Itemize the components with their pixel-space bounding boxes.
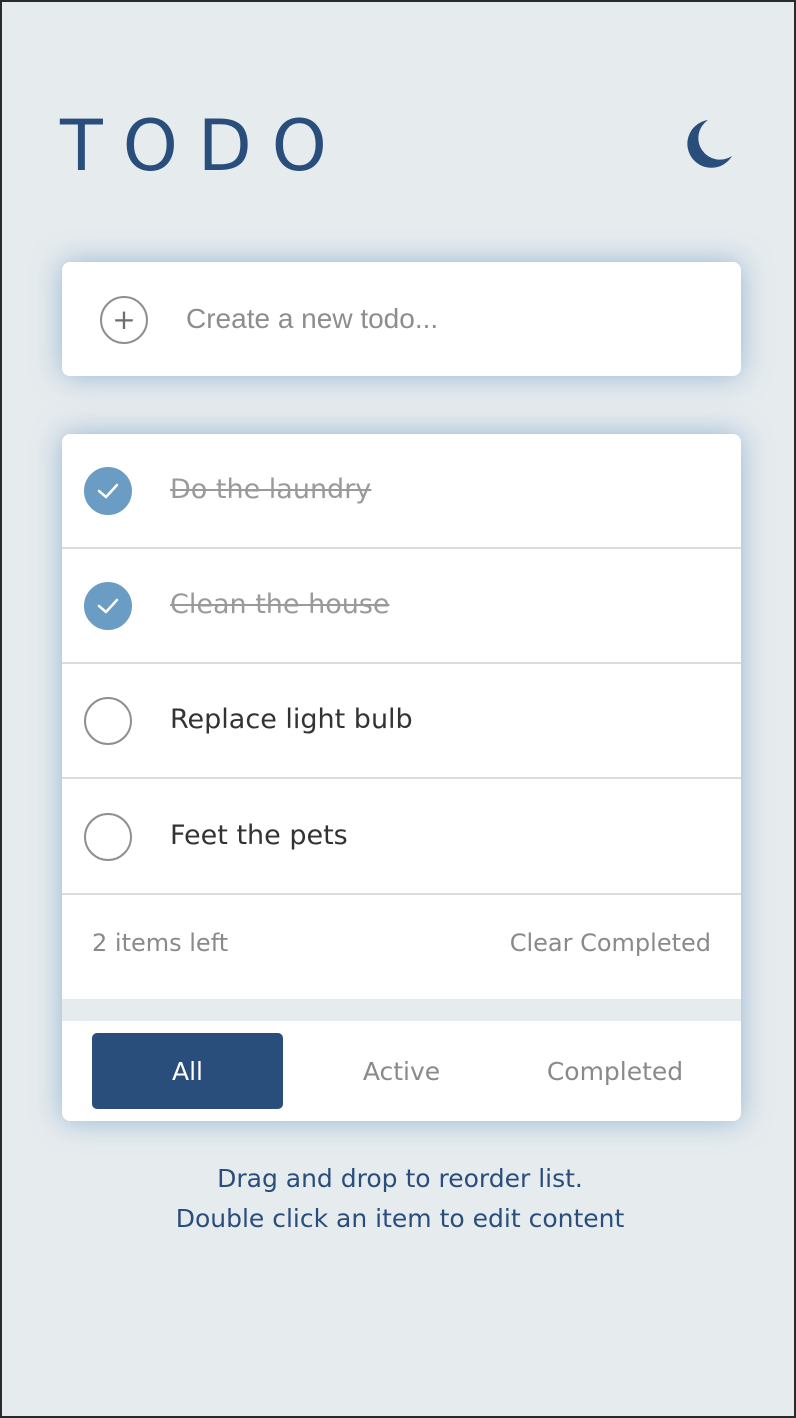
check-icon (97, 483, 119, 499)
filter-active-button[interactable]: Active (310, 1033, 493, 1109)
todo-text: Clean the house (170, 589, 390, 620)
moon-icon[interactable] (678, 116, 734, 172)
filter-all-button[interactable]: All (92, 1033, 283, 1109)
new-todo-input[interactable] (186, 292, 706, 346)
todo-item-replace-light-bulb[interactable]: Replace light bulb (62, 664, 741, 779)
todo-item-feet-the-pets[interactable]: Feet the pets (62, 780, 741, 895)
check-icon (97, 598, 119, 614)
divider (62, 999, 741, 1021)
list-footer: 2 items left Clear Completed (62, 896, 741, 999)
page-title: TODO (60, 105, 347, 187)
clear-completed-button[interactable]: Clear Completed (510, 929, 711, 957)
plus-icon[interactable]: + (100, 296, 148, 344)
todo-list: Do the laundry Clean the house Replace l… (62, 434, 741, 1121)
header: TODO (60, 106, 740, 186)
todo-item-clean-the-house[interactable]: Clean the house (62, 549, 741, 664)
items-left-count: 2 items left (92, 929, 229, 957)
todo-text: Do the laundry (170, 474, 372, 505)
checkbox-checked[interactable] (84, 467, 132, 515)
checkbox-unchecked[interactable] (84, 697, 132, 745)
checkbox-unchecked[interactable] (84, 813, 132, 861)
todo-text: Replace light bulb (170, 704, 413, 735)
hint-reorder: Drag and drop to reorder list. (217, 1164, 583, 1193)
todo-item-do-the-laundry[interactable]: Do the laundry (62, 434, 741, 549)
todo-text: Feet the pets (170, 820, 348, 851)
filter-completed-button[interactable]: Completed (520, 1033, 710, 1109)
filter-bar: All Active Completed (62, 1021, 741, 1121)
checkbox-checked[interactable] (84, 582, 132, 630)
new-todo-card: + (62, 262, 741, 376)
hint-edit: Double click an item to edit content (175, 1204, 625, 1233)
